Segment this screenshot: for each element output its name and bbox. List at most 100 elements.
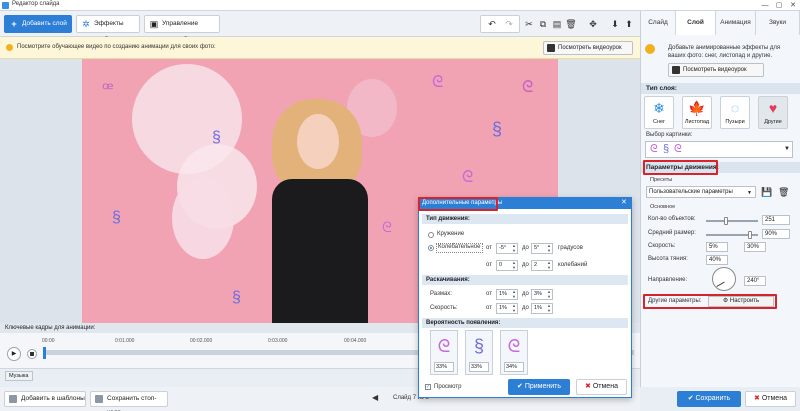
- tab-animation[interactable]: Анимация: [716, 11, 756, 35]
- deg-to-field[interactable]: 5° ▲ ▼: [531, 243, 553, 254]
- amplitude-label: Размах:: [430, 291, 452, 297]
- heart-icon: ♥: [768, 100, 778, 116]
- amp-to-field[interactable]: 3% ▲ ▼: [531, 289, 553, 300]
- spinner-icon: ▲ ▼: [512, 289, 516, 299]
- layer-tutorial-button[interactable]: Посмотреть видеоурок: [668, 63, 764, 77]
- oscillations-label: колебаний: [558, 262, 588, 268]
- align-icon[interactable]: ✥: [586, 17, 600, 31]
- speed-min-field[interactable]: 5%: [706, 242, 728, 252]
- avg-size-field[interactable]: 90%: [762, 229, 790, 239]
- delete-preset-icon[interactable]: 🗑: [778, 187, 789, 198]
- cut-icon[interactable]: ✂: [522, 17, 536, 31]
- add-layer-button[interactable]: + Добавить слой: [4, 15, 72, 33]
- osc-from-field[interactable]: 0 ▲ ▼: [496, 260, 518, 271]
- slide-effects-button[interactable]: ✲ Эффекты слайда: [76, 15, 140, 43]
- swirl-icon: ᘓ: [507, 336, 521, 356]
- motion-type-header: Тип движения:: [422, 214, 628, 224]
- from-label: от: [486, 305, 492, 311]
- objects-count-slider[interactable]: [706, 220, 758, 222]
- chevron-down-icon: ▼: [747, 190, 752, 196]
- cancel-button[interactable]: ✖ Отмена: [745, 391, 796, 407]
- camera-control-button[interactable]: ▣ Управление камерой: [144, 15, 220, 43]
- close-icon: ✖: [754, 395, 762, 402]
- apply-button[interactable]: ✔ Применить: [508, 379, 570, 395]
- amp-from-value: 1%: [499, 291, 507, 297]
- pull-height-field[interactable]: 40%: [706, 255, 728, 265]
- probability-item: ᘓ 33%: [430, 330, 458, 375]
- probability-field[interactable]: 33%: [469, 362, 489, 372]
- oscillation-option-label: Колебательное: [438, 244, 481, 250]
- undo-icon[interactable]: ↶: [485, 17, 499, 31]
- close-icon[interactable]: ✕: [621, 197, 627, 209]
- to-label: до: [522, 305, 529, 311]
- amp-from-field[interactable]: 1% ▲ ▼: [496, 289, 518, 300]
- layer-type-label: Пузыри: [725, 119, 745, 125]
- confetti-icon: §: [112, 209, 121, 226]
- osc-to-field[interactable]: 2 ▲ ▼: [531, 260, 553, 271]
- save-preset-icon[interactable]: 💾: [761, 187, 772, 198]
- spinner-icon: ▲ ▼: [547, 289, 551, 299]
- move-up-icon[interactable]: ⬆: [622, 17, 636, 31]
- confetti-icon: §: [492, 119, 503, 139]
- probability-field[interactable]: 34%: [504, 362, 524, 372]
- preset-select[interactable]: Пользовательские параметры ▼: [646, 186, 756, 198]
- redo-icon[interactable]: ↷: [502, 17, 516, 31]
- to-label: до: [522, 291, 529, 297]
- watch-tutorial-button[interactable]: Посмотреть видеоурок: [543, 41, 633, 55]
- copy-icon[interactable]: ⧉: [536, 17, 550, 31]
- save-button[interactable]: ✔ Сохранить: [677, 391, 741, 407]
- play-button[interactable]: ▶: [7, 347, 21, 361]
- close-button[interactable]: ✕: [786, 0, 800, 11]
- tab-sounds[interactable]: Звуки: [756, 11, 800, 35]
- picture-select[interactable]: ᘓ § ᘓ ▼: [645, 141, 793, 158]
- slider-knob[interactable]: [748, 231, 752, 239]
- camera-icon: ▣: [149, 19, 159, 29]
- layer-type-other[interactable]: ♥ Другие: [758, 96, 788, 129]
- paste-icon[interactable]: ▤: [550, 17, 564, 31]
- dialog-cancel-button[interactable]: ✖ Отмена: [576, 379, 627, 395]
- presets-label: Пресеты: [650, 177, 673, 183]
- layer-type-bubbles[interactable]: ◌ Пузыри: [720, 96, 750, 129]
- tab-layer[interactable]: Слой: [676, 11, 716, 35]
- timeline-tick: 00:00: [42, 338, 55, 344]
- probability-field[interactable]: 33%: [434, 362, 454, 372]
- playhead[interactable]: [43, 347, 46, 359]
- gear-icon: ⚙: [722, 298, 730, 304]
- oscillation-radio[interactable]: [428, 245, 434, 251]
- layer-type-snow[interactable]: ❄ Снег: [644, 96, 674, 129]
- app-icon: [2, 2, 9, 9]
- preview-checkbox[interactable]: ✓: [425, 384, 431, 390]
- info-icon: [6, 44, 13, 51]
- delete-icon[interactable]: 🗑: [564, 17, 578, 31]
- layer-type-leaves[interactable]: 🍁 Листопад: [682, 96, 712, 129]
- spinner-icon: ▲ ▼: [547, 260, 551, 270]
- objects-count-field[interactable]: 251: [762, 215, 790, 225]
- configure-button[interactable]: ⚙ Настроить: [708, 296, 774, 307]
- move-down-icon[interactable]: ⬇: [608, 17, 622, 31]
- dial-needle: [716, 281, 725, 287]
- direction-dial[interactable]: [712, 267, 736, 291]
- deg-from-field[interactable]: -5° ▲ ▼: [496, 243, 518, 254]
- info-icon: [645, 44, 655, 54]
- music-button[interactable]: Музыка: [5, 371, 33, 381]
- swirl-icon: ᘓ: [437, 336, 451, 356]
- slider-knob[interactable]: [724, 217, 728, 225]
- maximize-button[interactable]: ▢: [772, 0, 786, 11]
- speed-to-field[interactable]: 1% ▲ ▼: [531, 303, 553, 314]
- save-frame-button[interactable]: Сохранить стоп-кадр: [90, 391, 168, 411]
- add-template-button[interactable]: Добавить в шаблоны: [4, 391, 86, 407]
- preset-value: Пользовательские параметры: [649, 189, 733, 195]
- swirl-icon: ᘓ: [674, 143, 682, 155]
- highlight-box: [418, 197, 498, 211]
- stop-button[interactable]: [27, 349, 37, 359]
- layer-tutorial-label: Посмотреть видеоурок: [683, 67, 747, 73]
- direction-field[interactable]: 240°: [744, 276, 766, 286]
- prev-slide-icon[interactable]: ◀: [372, 393, 378, 402]
- speed-from-field[interactable]: 1% ▲ ▼: [496, 303, 518, 314]
- tab-slide[interactable]: Слайд: [641, 11, 676, 35]
- speed-max-field[interactable]: 30%: [744, 242, 766, 252]
- minimize-button[interactable]: —: [758, 0, 772, 11]
- spin-radio[interactable]: [428, 232, 434, 238]
- timeline-tick: 00:02.000: [190, 338, 213, 344]
- video-icon: [672, 66, 680, 74]
